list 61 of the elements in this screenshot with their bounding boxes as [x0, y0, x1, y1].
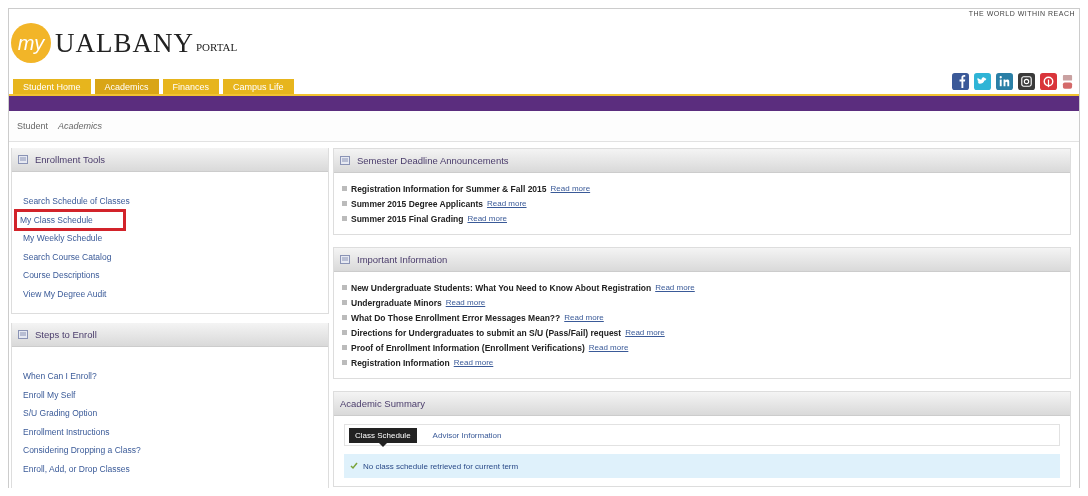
sidebar-link[interactable]: Enroll My Self — [20, 387, 79, 402]
sidebar-link[interactable]: Course Descriptions — [20, 268, 103, 283]
read-more-link[interactable]: Read more — [564, 313, 604, 322]
announcement-text: Proof of Enrollment Information (Enrollment Verifications) — [351, 342, 585, 353]
read-more-link[interactable]: Read more — [655, 283, 695, 292]
read-more-link[interactable]: Read more — [588, 343, 629, 352]
announcement-text: Undergraduate Minors — [351, 297, 442, 308]
panel-title: Important Information — [357, 254, 448, 265]
bullet-icon — [342, 345, 347, 350]
panel-icon — [18, 155, 28, 164]
breadcrumb-link[interactable]: Student — [17, 121, 49, 131]
sidebar-link[interactable]: View My Degree Audit — [20, 286, 110, 301]
logo-suffix: PORTAL — [196, 41, 238, 53]
bullet-icon — [342, 360, 347, 365]
read-more-link[interactable]: Read more — [550, 184, 591, 193]
announcement-text: Registration Information for Summer & Fall 2015 — [351, 183, 547, 194]
bullet-icon — [342, 186, 347, 191]
bullet-icon — [342, 285, 347, 290]
panel-title: Semester Deadline Announcements — [357, 155, 509, 166]
breadcrumb-link[interactable]: Academics — [58, 121, 103, 131]
sidebar-link[interactable]: Enrollment Instructions — [20, 424, 113, 439]
announcement-text: What Do Those Enrollment Error Messages Mean?? — [351, 312, 561, 323]
sidebar-link[interactable]: My Class Schedule — [17, 211, 123, 228]
logo-name: UALBANY — [55, 27, 194, 59]
bullet-icon — [342, 315, 347, 320]
sidebar-link[interactable]: Search Schedule of Classes — [20, 194, 133, 209]
summary-tab[interactable]: Advisor Information — [426, 427, 508, 443]
bullet-icon — [342, 300, 347, 305]
linkedin-icon[interactable] — [996, 72, 1013, 91]
panel-icon — [18, 330, 28, 339]
facebook-icon[interactable] — [952, 72, 969, 91]
read-more-link[interactable]: Read more — [625, 328, 665, 337]
pinterest-icon[interactable] — [1040, 72, 1057, 91]
announcement-text: Summer 2015 Final Grading — [351, 213, 464, 224]
sidebar-link[interactable]: Considering Dropping a Class? — [20, 443, 144, 458]
bullet-icon — [342, 201, 347, 206]
sidebar-link[interactable]: When Can I Enroll? — [20, 369, 100, 384]
camera-icon[interactable] — [1018, 72, 1035, 91]
panel-title: Steps to Enroll — [35, 329, 97, 340]
sidebar-link[interactable]: Enroll, Add, or Drop Classes — [20, 461, 133, 476]
bullet-icon — [342, 330, 347, 335]
logo-badge: my — [11, 23, 51, 63]
panel-title: Academic Summary — [340, 398, 425, 409]
read-more-link[interactable]: Read more — [453, 358, 494, 367]
announcement-text: Directions for Undergraduates to submit an S/U (Pass/Fail) request — [351, 327, 622, 338]
sidebar-link[interactable]: S/U Grading Option — [20, 406, 101, 421]
read-more-link[interactable]: Read more — [486, 199, 527, 208]
panel-icon — [340, 156, 350, 165]
message-text: No class schedule retrieved for current term — [363, 461, 519, 471]
sidebar-link[interactable]: Search Course Catalog — [20, 249, 115, 264]
bullet-icon — [342, 216, 347, 221]
announcement-text: Registration Information — [351, 357, 450, 368]
read-more-link[interactable]: Read more — [445, 298, 486, 307]
twitter-icon[interactable] — [974, 72, 991, 91]
read-more-link[interactable]: Read more — [467, 214, 507, 223]
panel-icon — [340, 255, 350, 264]
panel-title: Enrollment Tools — [35, 154, 106, 165]
sidebar-link[interactable]: My Weekly Schedule — [20, 231, 106, 246]
announcement-text: Summer 2015 Degree Applicants — [351, 198, 483, 209]
check-icon — [350, 462, 358, 470]
announcement-text: New Undergraduate Students: What You Need to Know About Registration — [351, 282, 652, 293]
